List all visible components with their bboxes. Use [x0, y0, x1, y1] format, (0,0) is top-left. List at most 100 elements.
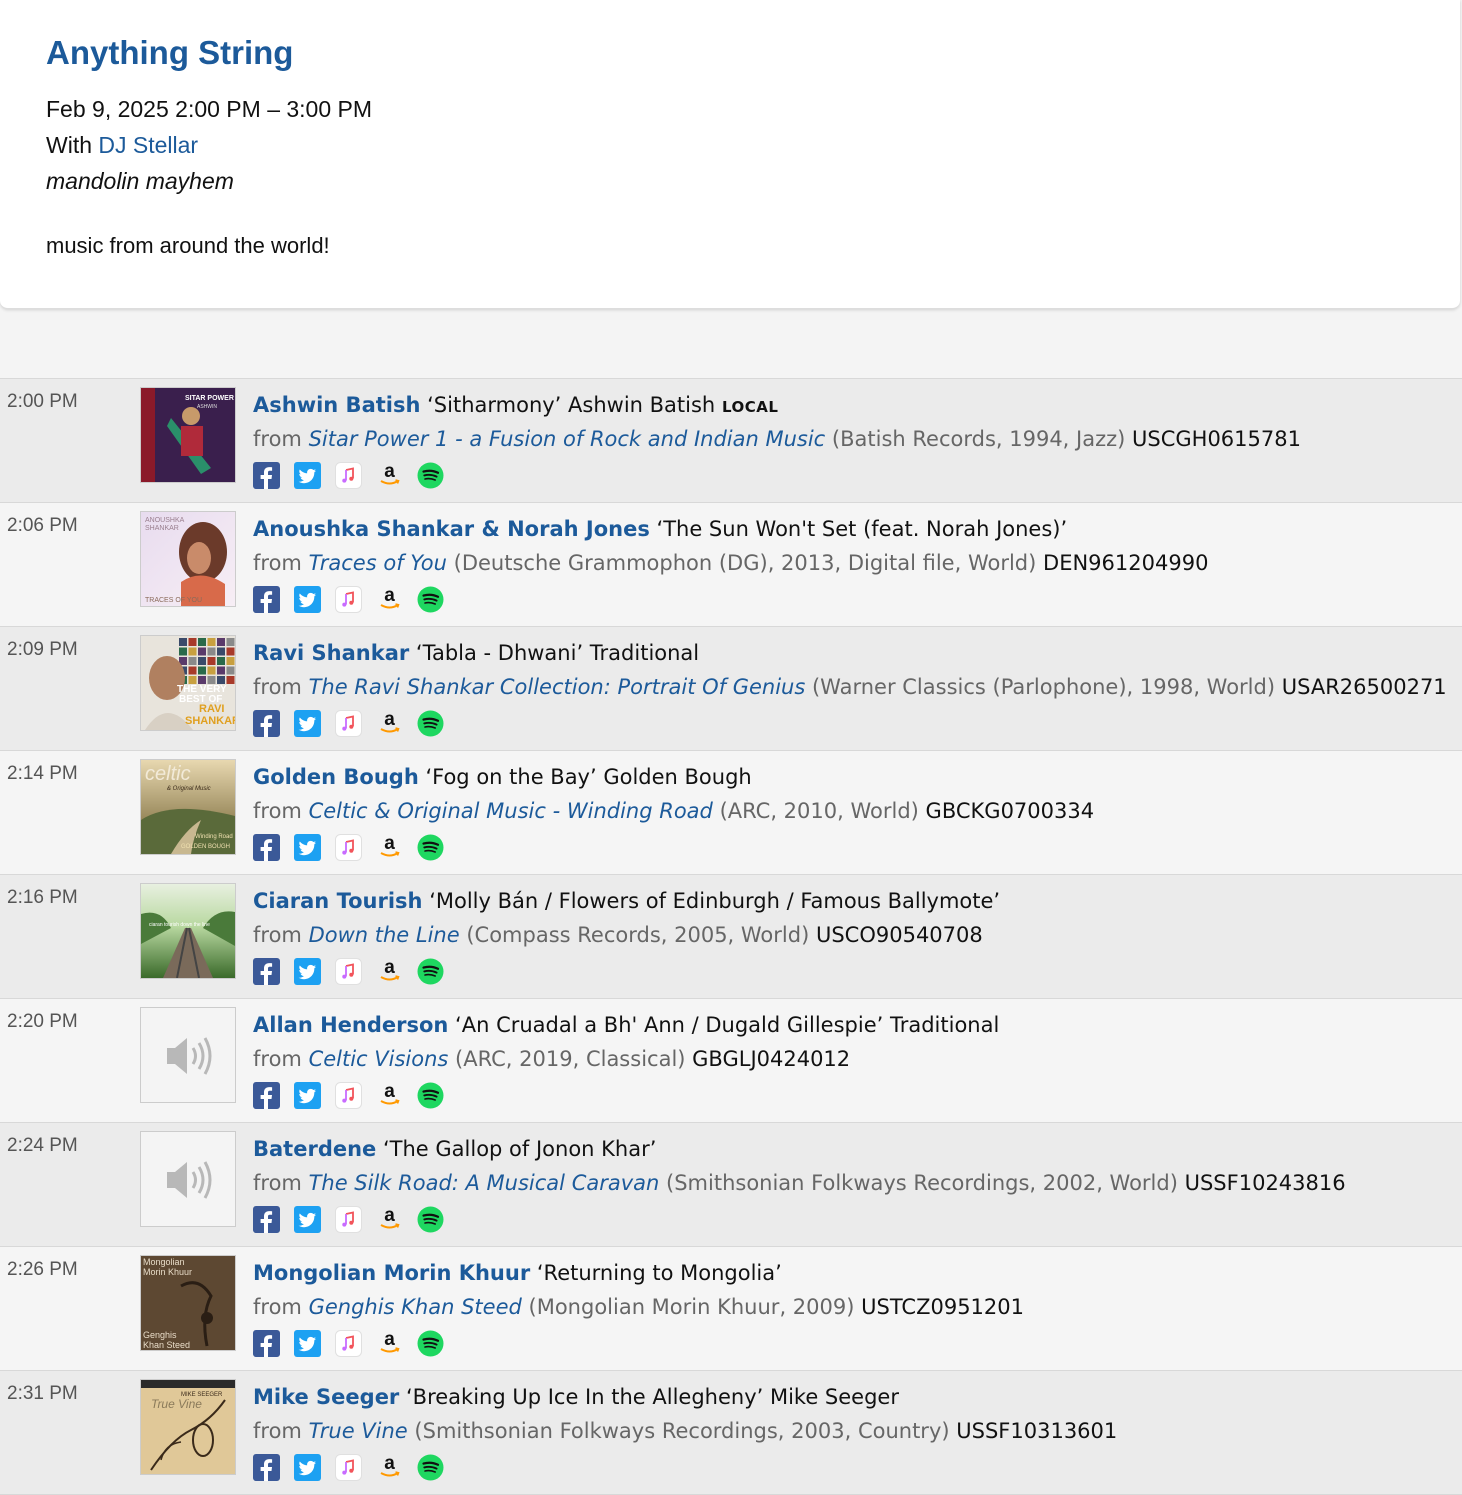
from-label: from: [253, 551, 302, 575]
amazon-icon[interactable]: a: [376, 1329, 403, 1357]
svg-text:ASHWIN: ASHWIN: [197, 404, 217, 410]
spin-time: 2:06 PM: [7, 515, 78, 536]
spotify-icon[interactable]: [417, 1330, 444, 1357]
release-link[interactable]: Celtic & Original Music - Winding Road: [309, 799, 713, 823]
from-label: from: [253, 923, 302, 947]
spotify-icon[interactable]: [417, 958, 444, 985]
release-link[interactable]: The Ravi Shankar Collection: Portrait Of…: [309, 675, 806, 699]
release-link[interactable]: Down the Line: [309, 923, 460, 947]
album-art[interactable]: MIKE SEEGER True Vine: [140, 1379, 236, 1475]
from-label: from: [253, 1171, 302, 1195]
twitter-icon[interactable]: [294, 709, 321, 737]
spin-time: 2:31 PM: [7, 1383, 78, 1404]
spin-row: 2:24 PM Baterdene ‘The Gallop of Jonon K…: [0, 1123, 1462, 1247]
apple-music-icon[interactable]: [335, 1329, 362, 1357]
twitter-icon[interactable]: [294, 1081, 321, 1109]
release-link[interactable]: Traces of You: [309, 551, 447, 575]
apple-music-icon[interactable]: [335, 585, 362, 613]
amazon-icon[interactable]: a: [376, 585, 403, 613]
spin-time: 2:24 PM: [7, 1135, 78, 1156]
spin-row: 2:20 PM Allan Henderson ‘An Cruadal a Bh…: [0, 999, 1462, 1123]
artist-link[interactable]: Ashwin Batish: [253, 393, 420, 417]
release-link[interactable]: True Vine: [309, 1419, 408, 1443]
apple-music-icon[interactable]: [335, 1205, 362, 1233]
artist-link[interactable]: Ravi Shankar: [253, 641, 409, 665]
album-art-placeholder[interactable]: [140, 1131, 236, 1227]
amazon-icon[interactable]: a: [376, 461, 403, 489]
artist-link[interactable]: Anoushka Shankar & Norah Jones: [253, 517, 650, 541]
artist-link[interactable]: Golden Bough: [253, 765, 419, 789]
artist-link[interactable]: Allan Henderson: [253, 1013, 448, 1037]
facebook-icon[interactable]: [253, 585, 280, 613]
show-host-line: With DJ Stellar: [46, 132, 198, 159]
from-label: from: [253, 427, 302, 451]
facebook-icon[interactable]: [253, 1205, 280, 1233]
album-art[interactable]: ciaran tourish down the line: [140, 883, 236, 979]
isrc-code: GBCKG0700334: [925, 799, 1095, 823]
album-art-placeholder[interactable]: [140, 1007, 236, 1103]
apple-music-icon[interactable]: [335, 709, 362, 737]
share-icons: a: [253, 1081, 999, 1109]
album-art[interactable]: Mongolian Morin Khuur Genghis Khan Steed: [140, 1255, 236, 1351]
facebook-icon[interactable]: [253, 833, 280, 861]
amazon-icon[interactable]: a: [376, 709, 403, 737]
facebook-icon[interactable]: [253, 957, 280, 985]
twitter-icon[interactable]: [294, 957, 321, 985]
artist-link[interactable]: Ciaran Tourish: [253, 889, 423, 913]
spotify-icon[interactable]: [417, 1082, 444, 1109]
apple-music-icon[interactable]: [335, 957, 362, 985]
isrc-code: USAR26500271: [1281, 675, 1447, 699]
svg-text:a: a: [384, 586, 395, 606]
artist-link[interactable]: Baterdene: [253, 1137, 376, 1161]
twitter-icon[interactable]: [294, 1329, 321, 1357]
amazon-icon[interactable]: a: [376, 1205, 403, 1233]
amazon-icon[interactable]: a: [376, 1081, 403, 1109]
facebook-icon[interactable]: [253, 1081, 280, 1109]
facebook-icon[interactable]: [253, 1453, 280, 1481]
amazon-icon[interactable]: a: [376, 1453, 403, 1481]
share-icons: a: [253, 461, 1301, 489]
spotify-icon[interactable]: [417, 710, 444, 737]
playlist: 2:00 PM SITAR POWER ASHWIN Ashwin Batish…: [0, 378, 1462, 1495]
apple-music-icon[interactable]: [335, 461, 362, 489]
spin-row: 2:09 PM THE VERY BEST OF RAVI SHANKAR Ra…: [0, 627, 1462, 751]
svg-text:TRACES OF YOU: TRACES OF YOU: [145, 597, 202, 604]
twitter-icon[interactable]: [294, 461, 321, 489]
facebook-icon[interactable]: [253, 461, 280, 489]
spotify-icon[interactable]: [417, 1454, 444, 1481]
release-link[interactable]: The Silk Road: A Musical Caravan: [309, 1171, 660, 1195]
twitter-icon[interactable]: [294, 1453, 321, 1481]
twitter-icon[interactable]: [294, 585, 321, 613]
album-art[interactable]: ANOUSHKA SHANKAR TRACES OF YOU: [140, 511, 236, 607]
album-art[interactable]: SITAR POWER ASHWIN: [140, 387, 236, 483]
release-link[interactable]: Sitar Power 1 - a Fusion of Rock and Ind…: [309, 427, 826, 451]
facebook-icon[interactable]: [253, 709, 280, 737]
isrc-code: USCGH0615781: [1132, 427, 1301, 451]
svg-text:ANOUSHKA: ANOUSHKA: [145, 517, 185, 524]
facebook-icon[interactable]: [253, 1329, 280, 1357]
spotify-icon[interactable]: [417, 586, 444, 613]
album-art[interactable]: celtic & Original Music Winding Road GOL…: [140, 759, 236, 855]
dj-link[interactable]: DJ Stellar: [98, 132, 198, 158]
spotify-icon[interactable]: [417, 1206, 444, 1233]
artist-link[interactable]: Mongolian Morin Khuur: [253, 1261, 530, 1285]
artist-link[interactable]: Mike Seeger: [253, 1385, 399, 1409]
twitter-icon[interactable]: [294, 833, 321, 861]
twitter-icon[interactable]: [294, 1205, 321, 1233]
apple-music-icon[interactable]: [335, 1081, 362, 1109]
apple-music-icon[interactable]: [335, 833, 362, 861]
release-details: (ARC, 2019, Classical): [455, 1047, 686, 1071]
svg-text:a: a: [384, 1330, 395, 1350]
amazon-icon[interactable]: a: [376, 833, 403, 861]
amazon-icon[interactable]: a: [376, 957, 403, 985]
spotify-icon[interactable]: [417, 462, 444, 489]
album-art[interactable]: THE VERY BEST OF RAVI SHANKAR: [140, 635, 236, 731]
spin-time: 2:16 PM: [7, 887, 78, 908]
apple-music-icon[interactable]: [335, 1453, 362, 1481]
share-icons: a: [253, 1329, 1024, 1357]
svg-text:Winding Road: Winding Road: [195, 834, 233, 840]
release-link[interactable]: Genghis Khan Steed: [309, 1295, 522, 1319]
release-link[interactable]: Celtic Visions: [309, 1047, 449, 1071]
svg-text:Genghis: Genghis: [143, 1330, 177, 1340]
spotify-icon[interactable]: [417, 834, 444, 861]
